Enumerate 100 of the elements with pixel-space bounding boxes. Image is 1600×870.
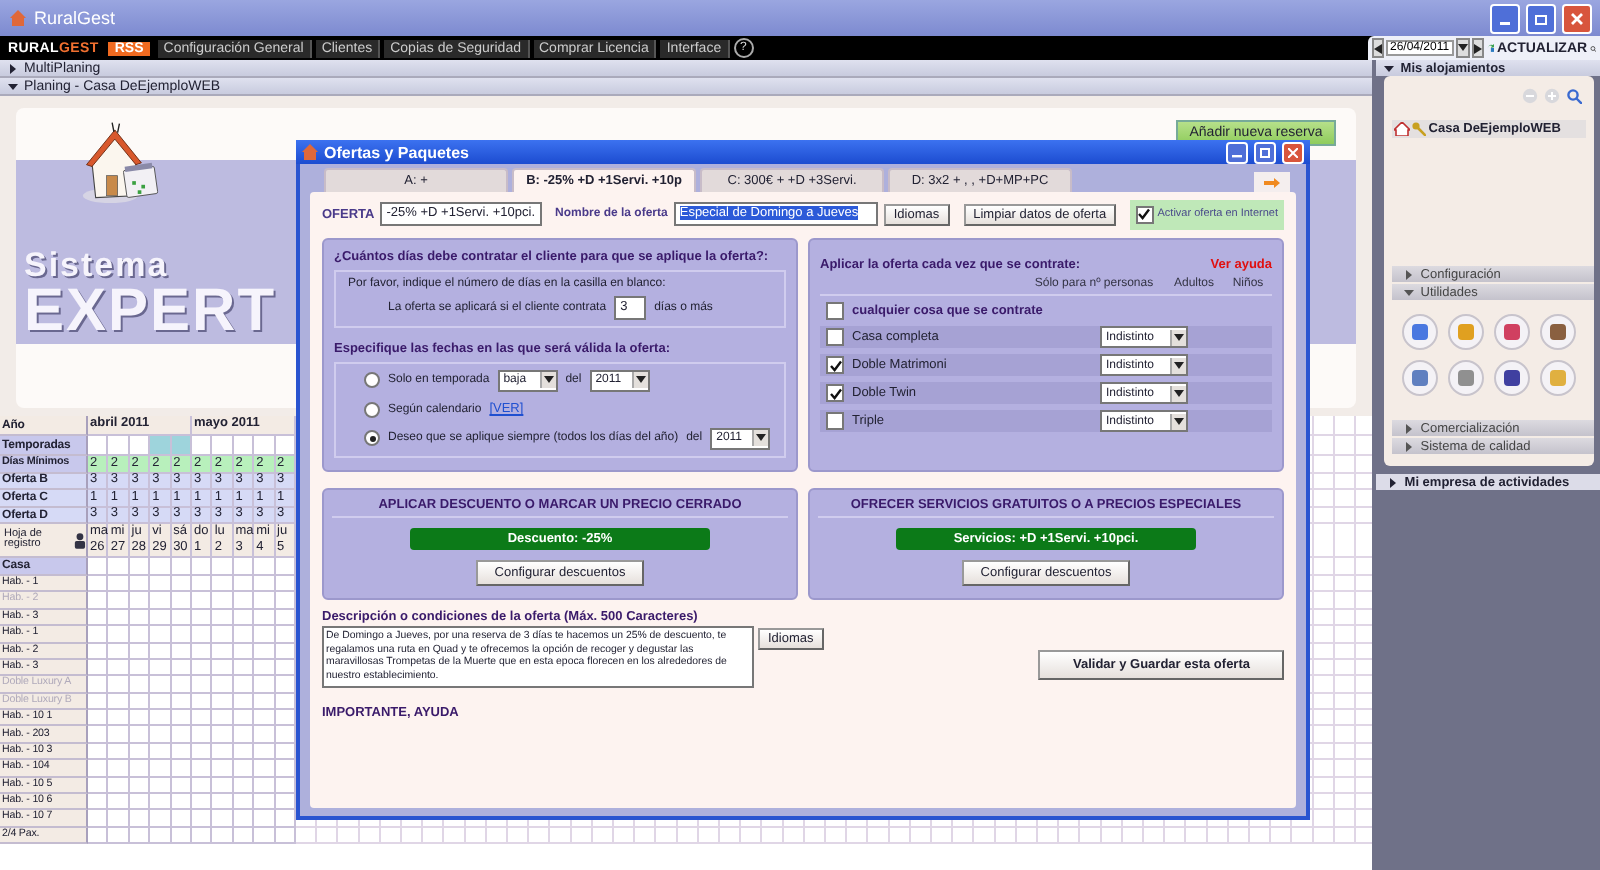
table-cell[interactable]: [254, 710, 276, 727]
minimize-button[interactable]: [1226, 141, 1248, 163]
caret-right-icon[interactable]: [1404, 269, 1415, 279]
table-cell[interactable]: [108, 794, 130, 811]
table-cell[interactable]: [171, 794, 192, 811]
table-cell[interactable]: [254, 676, 276, 694]
table-cell[interactable]: [254, 760, 276, 778]
table-cell[interactable]: [254, 726, 276, 744]
table-cell[interactable]: [171, 726, 192, 744]
remove-icon[interactable]: [1522, 88, 1538, 104]
add-icon[interactable]: [1544, 88, 1560, 104]
checkbox[interactable]: [826, 302, 844, 320]
table-cell[interactable]: [212, 726, 234, 744]
radio-button[interactable]: [364, 430, 380, 447]
table-cell[interactable]: [191, 626, 213, 644]
table-cell[interactable]: [233, 726, 255, 744]
table-cell[interactable]: [108, 760, 130, 778]
search-icon[interactable]: [1566, 88, 1582, 104]
table-cell[interactable]: [212, 760, 234, 778]
table-cell[interactable]: [108, 676, 130, 694]
table-cell[interactable]: [191, 592, 213, 610]
table-cell[interactable]: [129, 676, 151, 694]
table-cell[interactable]: [88, 626, 109, 644]
table-cell[interactable]: [191, 726, 213, 744]
table-cell[interactable]: [108, 726, 130, 744]
round-app-icon[interactable]: [1402, 314, 1439, 350]
minimize-button[interactable]: [1490, 3, 1520, 33]
previous-day-button[interactable]: [1372, 38, 1384, 58]
table-cell[interactable]: [150, 794, 172, 811]
table-cell[interactable]: [88, 592, 109, 610]
table-cell[interactable]: [233, 760, 255, 778]
radio-button[interactable]: [364, 372, 380, 389]
restore-button[interactable]: [1526, 3, 1556, 33]
table-cell[interactable]: [129, 810, 151, 828]
close-button[interactable]: [1562, 3, 1592, 33]
table-cell[interactable]: [129, 794, 151, 811]
table-cell[interactable]: [150, 760, 172, 778]
search-icon[interactable]: [1589, 41, 1596, 55]
checkbox[interactable]: [826, 384, 844, 402]
round-app-icon[interactable]: [1494, 360, 1531, 396]
table-cell[interactable]: [275, 676, 296, 694]
table-cell[interactable]: [212, 676, 234, 694]
table-cell[interactable]: [233, 710, 255, 727]
table-cell[interactable]: [88, 810, 109, 828]
round-app-icon[interactable]: [1494, 314, 1531, 350]
checkbox[interactable]: [826, 328, 844, 346]
table-cell[interactable]: [150, 626, 172, 644]
next-tab-button[interactable]: [1254, 172, 1290, 192]
table-cell[interactable]: [150, 726, 172, 744]
table-cell[interactable]: [108, 710, 130, 727]
table-cell[interactable]: [150, 592, 172, 610]
table-cell[interactable]: [254, 794, 276, 811]
table-cell[interactable]: [275, 810, 296, 828]
table-cell[interactable]: [254, 592, 276, 610]
table-cell[interactable]: [171, 710, 192, 727]
table-cell[interactable]: [171, 760, 192, 778]
table-cell[interactable]: [212, 794, 234, 811]
table-cell[interactable]: [275, 592, 296, 610]
table-cell[interactable]: [254, 810, 276, 828]
round-app-icon[interactable]: [1402, 360, 1439, 396]
table-cell[interactable]: [88, 710, 109, 727]
close-button[interactable]: [1282, 141, 1304, 163]
table-cell[interactable]: [212, 710, 234, 727]
table-cell[interactable]: [254, 626, 276, 644]
table-cell[interactable]: [150, 676, 172, 694]
table-cell[interactable]: [275, 626, 296, 644]
table-cell[interactable]: [108, 592, 130, 610]
caret-right-icon[interactable]: [1388, 477, 1399, 487]
table-cell[interactable]: [275, 726, 296, 744]
table-cell[interactable]: [212, 592, 234, 610]
table-cell[interactable]: [212, 810, 234, 828]
checkbox[interactable]: [826, 356, 844, 374]
table-cell[interactable]: [233, 592, 255, 610]
table-cell[interactable]: [129, 726, 151, 744]
table-cell[interactable]: [233, 794, 255, 811]
table-cell[interactable]: [191, 676, 213, 694]
table-cell[interactable]: [191, 710, 213, 727]
table-cell[interactable]: [108, 626, 130, 644]
table-cell[interactable]: [88, 726, 109, 744]
table-cell[interactable]: [171, 592, 192, 610]
table-cell[interactable]: [129, 760, 151, 778]
round-app-icon[interactable]: [1540, 314, 1577, 350]
table-cell[interactable]: [150, 810, 172, 828]
table-cell[interactable]: [275, 760, 296, 778]
radio-button[interactable]: [364, 401, 380, 418]
table-cell[interactable]: [129, 626, 151, 644]
table-cell[interactable]: [233, 676, 255, 694]
table-cell[interactable]: [191, 810, 213, 828]
table-cell[interactable]: [150, 710, 172, 727]
table-cell[interactable]: [108, 810, 130, 828]
publish-checkbox[interactable]: [1135, 205, 1154, 223]
dropdown-button[interactable]: [1455, 38, 1470, 58]
table-cell[interactable]: [275, 794, 296, 811]
table-cell[interactable]: [88, 676, 109, 694]
table-cell[interactable]: [171, 810, 192, 828]
table-cell[interactable]: [88, 760, 109, 778]
maximize-button[interactable]: [1254, 141, 1276, 163]
table-cell[interactable]: [191, 760, 213, 778]
sync-icon[interactable]: [1485, 40, 1495, 56]
table-cell[interactable]: [88, 794, 109, 811]
